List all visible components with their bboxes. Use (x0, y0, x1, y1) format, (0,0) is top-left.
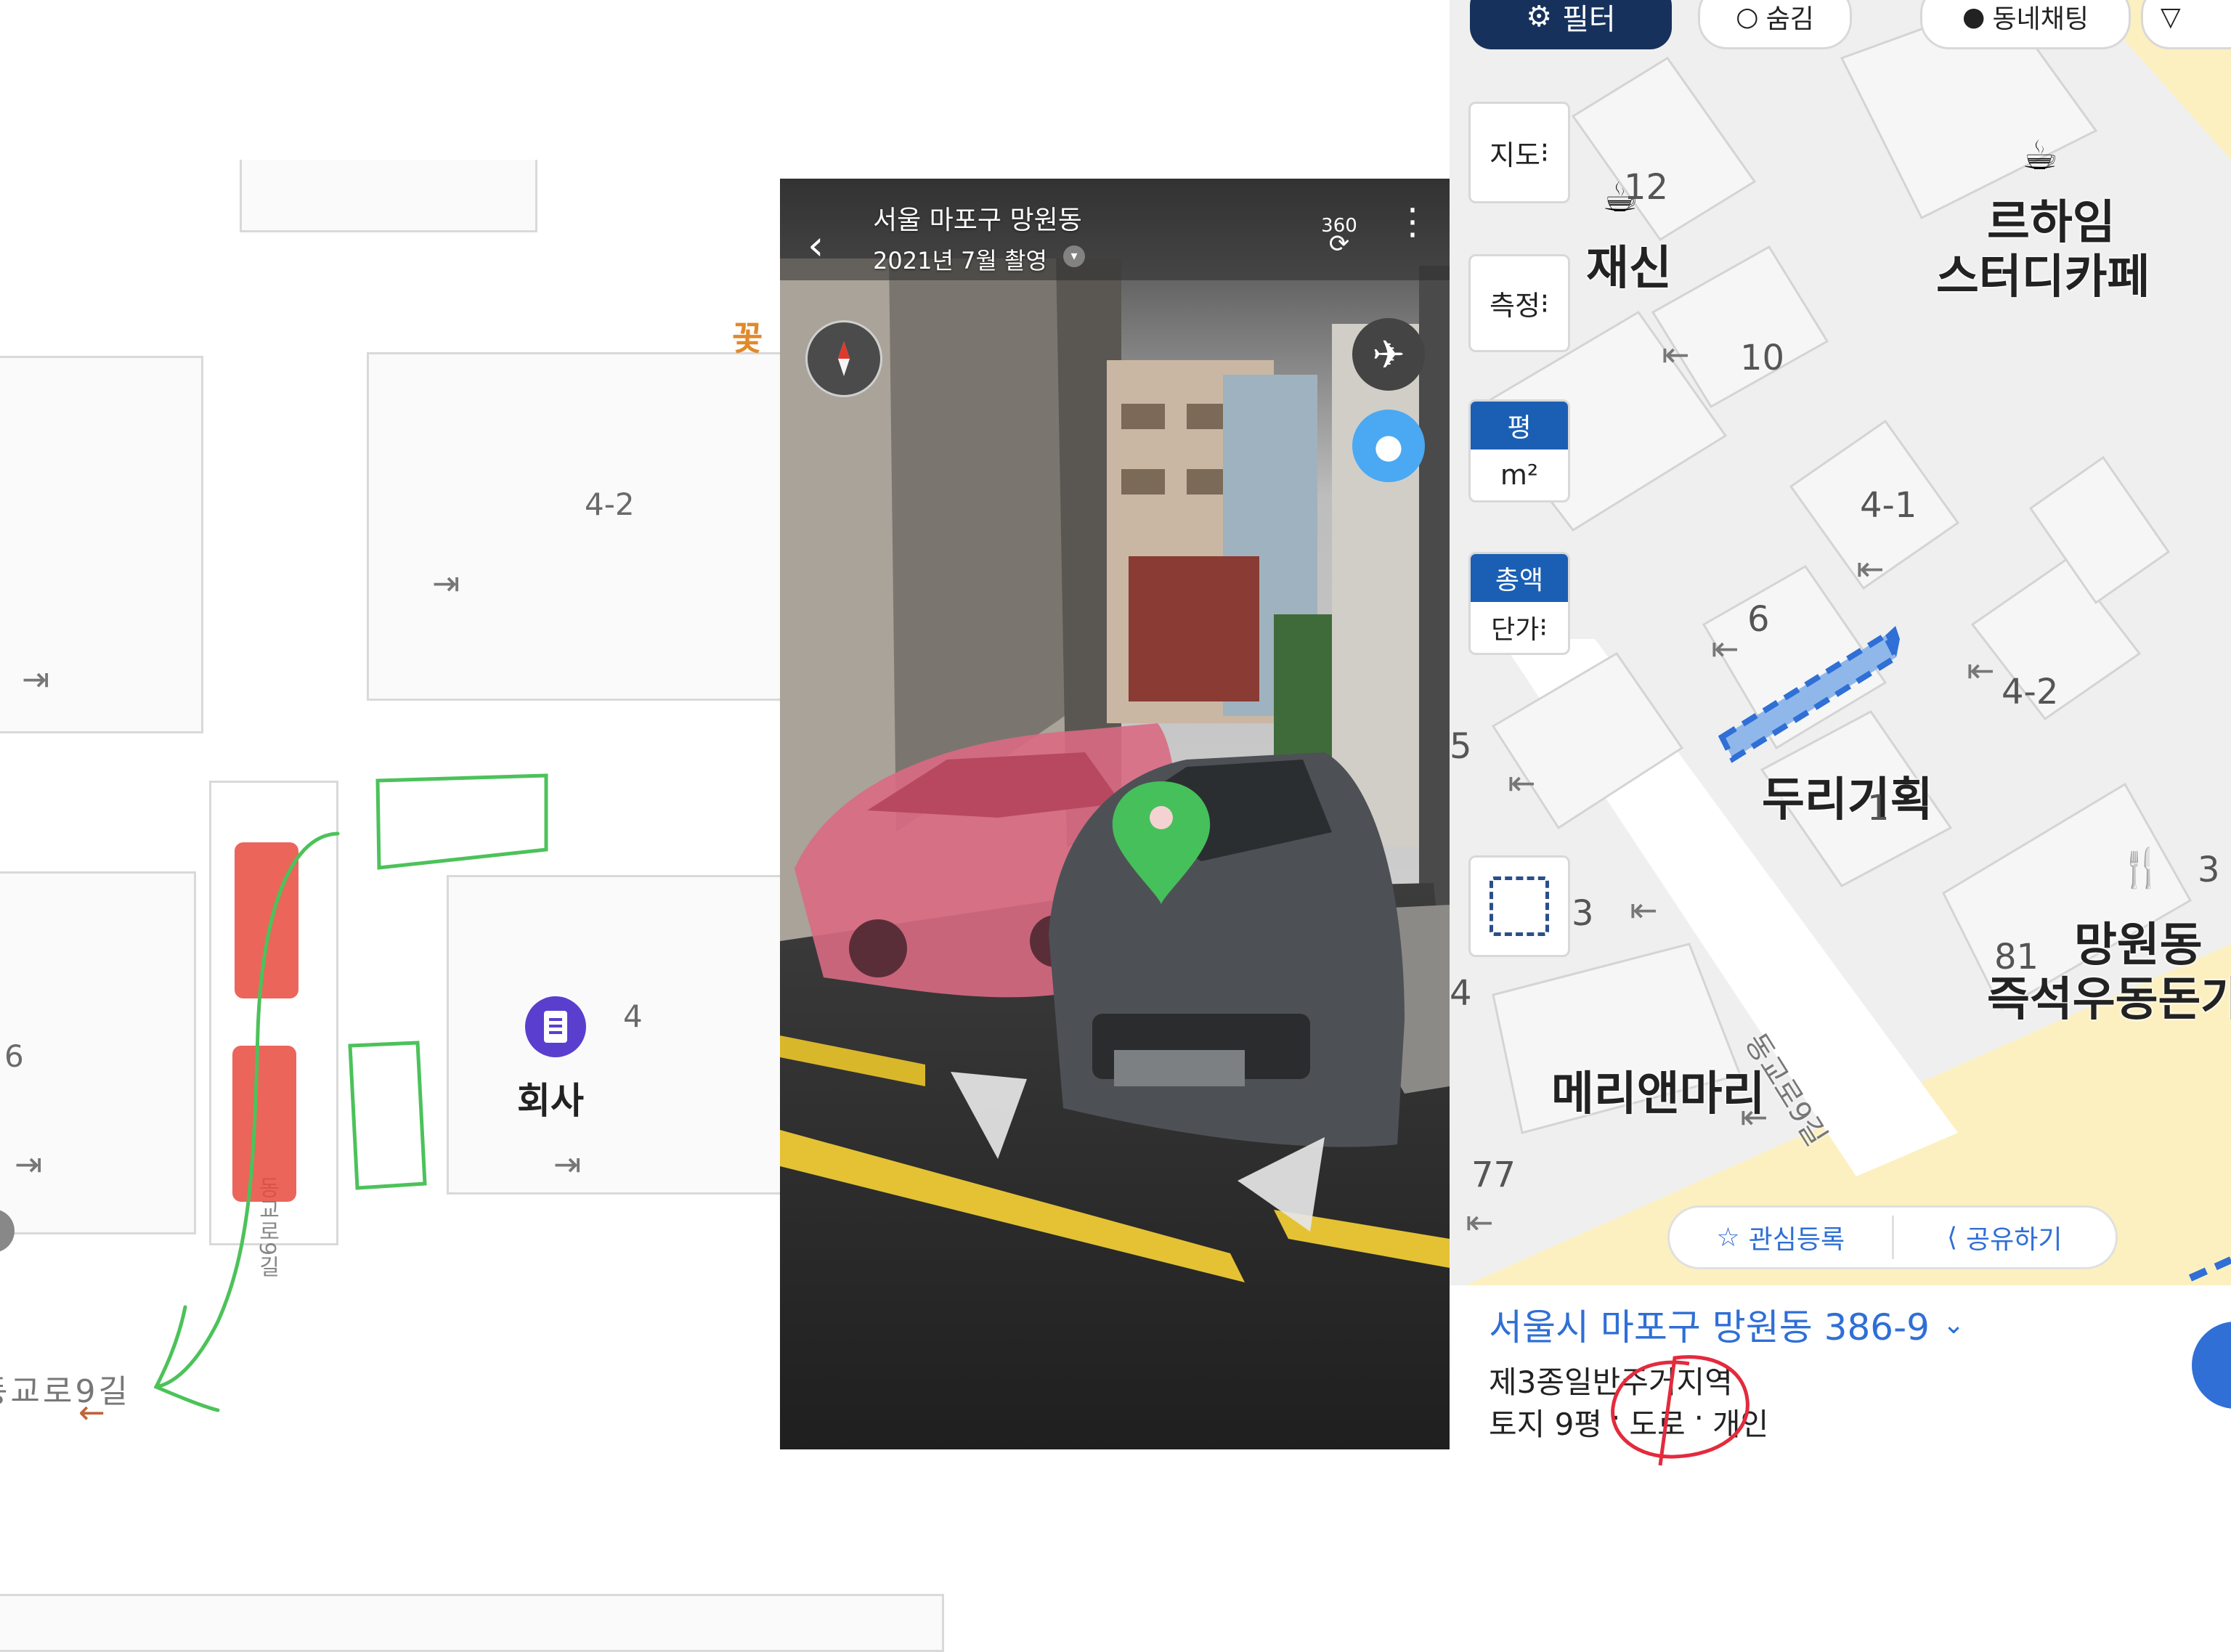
lot-number-81: 81 (1994, 937, 2039, 977)
chat-icon: ● (1962, 1, 1986, 32)
lot-number-12: 12 (1624, 167, 1669, 208)
watchlist-label: 관심등록 (1748, 1225, 1845, 1255)
location-pin-icon: ● (1373, 426, 1404, 465)
unit-price-label: 단가 (1491, 615, 1540, 645)
neighborhood-chat-button[interactable]: ● 동네채팅 (1920, 0, 2131, 49)
measure-control[interactable]: 측정 ⁝ (1468, 254, 1570, 352)
lot-number-77: 77 (1471, 1155, 1516, 1195)
rotate-icon: ⟳ (1328, 229, 1350, 259)
left-map[interactable]: 4-2 4 6 꽃 ⇥ ⇥ ⇥ ⇥ 회사 동교로9길 동교로9길 ← (0, 0, 944, 1652)
hide-button[interactable]: ○ 숨김 (1698, 0, 1852, 49)
cafe-icon: ☕ (2022, 132, 2059, 179)
measure-label: 측정 (1489, 290, 1540, 322)
dashed-square-icon (1490, 876, 1549, 936)
property-info-panel: 서울시 마포구 망원동 386-9 ⌄ 제3종일반주거지역 토지 9평 · 도로… (1450, 1285, 2231, 1628)
entrance-icon: ⇤ (1466, 1203, 1494, 1242)
date-dropdown-icon[interactable]: ▾ (1063, 245, 1085, 267)
area-unit-toggle[interactable]: 평 m² (1468, 399, 1570, 502)
airplane-icon: ✈ (1372, 331, 1405, 378)
floating-action-button[interactable] (2192, 1322, 2231, 1409)
price-mode-toggle[interactable]: 총액 단가 ⁝ (1468, 552, 1570, 655)
address-row[interactable]: 서울시 마포구 망원동 386-9 ⌄ (1489, 1298, 1964, 1351)
more-icon: ⁝ (1540, 287, 1549, 320)
lot-number-3b: 3 (2198, 850, 2220, 890)
share-icon: ⟨ (1946, 1222, 1958, 1253)
speech-bubble-icon: ○ (1736, 1, 1759, 32)
map-type-control[interactable]: 지도 ⁝ (1468, 102, 1570, 203)
entrance-icon: ⇤ (1967, 651, 1995, 690)
lot-number-4-1: 4-1 (1860, 485, 1917, 526)
area-select-control[interactable] (1468, 855, 1570, 957)
total-price-option[interactable]: 총액 (1471, 554, 1568, 602)
lot-number-5: 5 (1450, 726, 1472, 767)
poi-jaesin[interactable]: 재신 (1586, 231, 1672, 298)
lot-number-3: 3 (1572, 893, 1594, 934)
hide-label: 숨김 (1765, 4, 1814, 34)
chevron-down-icon: ⌄ (1942, 1309, 1965, 1340)
unit-m2-option[interactable]: m² (1471, 449, 1568, 500)
filter-label: 필터 (1562, 3, 1616, 36)
right-map[interactable]: ⚙ 필터 ○ 숨김 ● 동네채팅 ▽ 지도 ⁝ 측정 ⁝ 평 m² 총액 단가 ⁝ ☕ 재신… (1450, 0, 2231, 1285)
poi-cafe-subtitle[interactable]: 스터디카페 (1936, 240, 2150, 306)
poi-merry[interactable]: 메리앤마리 (1551, 1057, 1765, 1123)
entrance-icon: ⇤ (1856, 549, 1885, 588)
watchlist-button[interactable]: ☆ 관심등록 (1670, 1216, 1894, 1259)
map-pin-button[interactable]: ● (1352, 410, 1425, 482)
lot-number-10: 10 (1740, 338, 1785, 378)
navigation-icon: ▽ (2161, 1, 2181, 32)
property-address: 서울시 마포구 망원동 386-9 (1489, 1306, 1930, 1348)
more-icon: ⁝ (1539, 612, 1548, 643)
compass-icon[interactable] (805, 320, 882, 397)
restaurant-icon: 🍴 (2118, 847, 2165, 890)
back-button[interactable]: ‹ (808, 222, 824, 269)
share-label: 공유하기 (1966, 1225, 2063, 1255)
lot-number-1: 1 (1867, 788, 1890, 829)
lot-number-6: 6 (1747, 599, 1770, 640)
rotate-360-button[interactable]: 360 ⟳ (1307, 215, 1372, 259)
entrance-icon: ⇤ (1740, 1097, 1768, 1136)
more-icon: ⁝ (1540, 137, 1549, 168)
map-type-label: 지도 (1489, 139, 1540, 171)
street-view-location: 서울 마포구 망원동 (873, 206, 1082, 235)
entrance-icon: ⇤ (1508, 763, 1536, 802)
share-button[interactable]: ⟨ 공유하기 (1894, 1216, 2116, 1259)
street-view-date[interactable]: 2021년 7월 촬영 (873, 243, 1047, 276)
entrance-icon: ⇤ (1711, 629, 1739, 668)
entrance-icon: ⇤ (1630, 890, 1658, 929)
unit-pyeong-option[interactable]: 평 (1471, 402, 1568, 449)
star-icon: ☆ (1716, 1222, 1740, 1253)
entrance-icon: ⇤ (1662, 335, 1690, 374)
unit-price-option[interactable]: 단가 ⁝ (1471, 602, 1568, 653)
lot-number-4: 4 (1450, 973, 1472, 1014)
chat-label: 동네채팅 (1992, 4, 2089, 34)
street-view-panel[interactable]: ‹ 서울 마포구 망원동 2021년 7월 촬영 ▾ 360 ⟳ ⋮ ✈ ● (780, 179, 1450, 1449)
red-circle-annotation (1611, 1355, 1750, 1466)
navigation-button[interactable]: ▽ (2141, 0, 2231, 49)
filter-icon: ⚙ (1526, 0, 1553, 33)
filter-button[interactable]: ⚙ 필터 (1470, 0, 1672, 49)
more-options-icon[interactable]: ⋮ (1394, 203, 1431, 240)
poi-duri[interactable]: 두리기획 (1762, 762, 1933, 829)
action-pill-group: ☆ 관심등록 ⟨ 공유하기 (1667, 1205, 2118, 1269)
hand-drawn-sketch (153, 773, 548, 1412)
aerial-view-button[interactable]: ✈ (1352, 318, 1425, 391)
land-area: 토지 9평 (1489, 1407, 1602, 1442)
lot-number-4-2: 4-2 (2002, 672, 2059, 712)
